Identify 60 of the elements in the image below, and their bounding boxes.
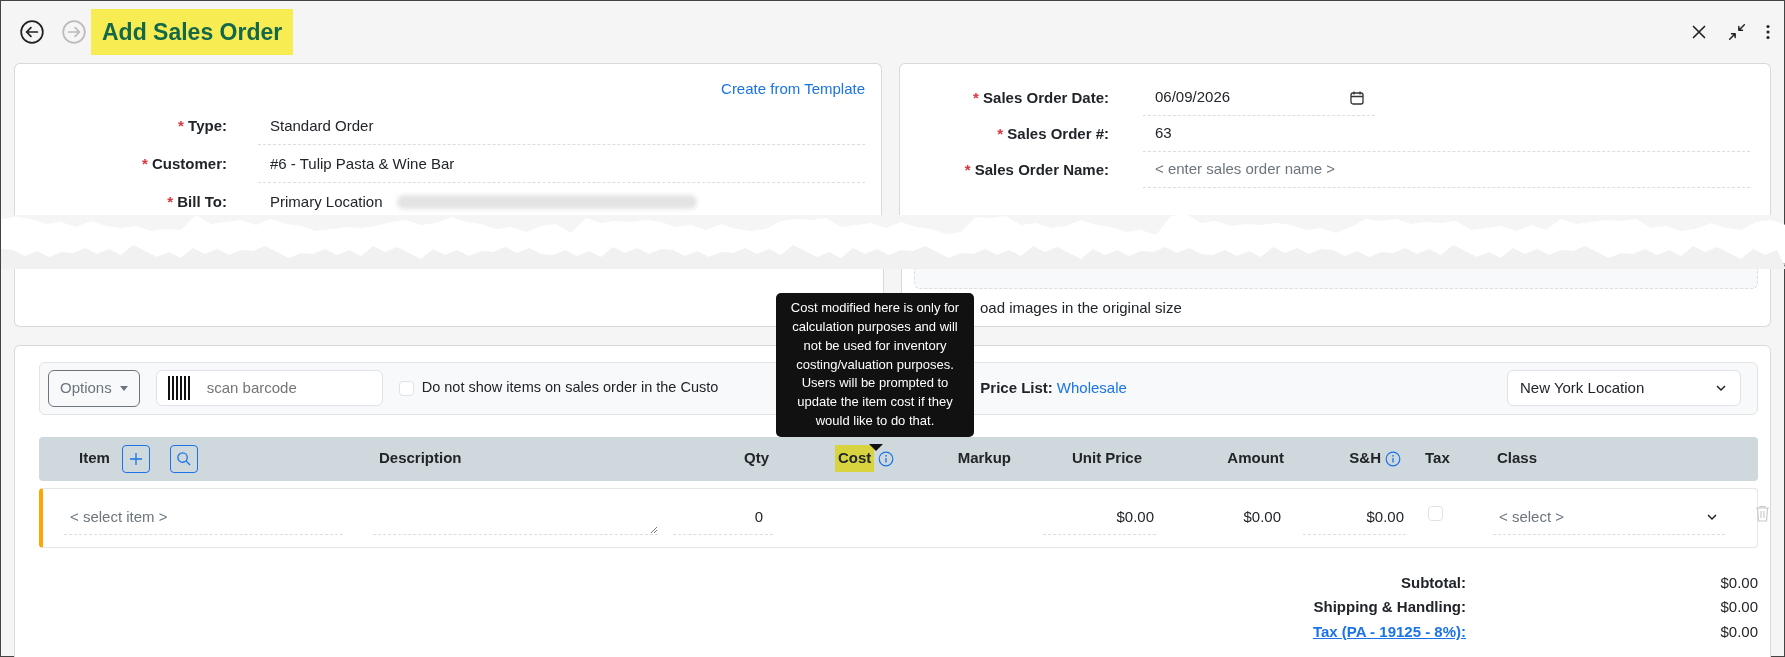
field-label: * Sales Order Name: [963, 159, 1109, 180]
collapse-icon[interactable] [1726, 21, 1748, 43]
tooltip: Cost modified here is only for calculation purposes and will not be used for inventory costing/valuation purposes. Users will be prompted to update the item cost if they would like to do that. [776, 293, 974, 437]
column-header: Amount [1227, 448, 1284, 469]
add-item-button[interactable] [121, 444, 150, 473]
field-value[interactable]: #6 - Tulip Pasta & Wine Bar [270, 152, 455, 176]
total-label: Subtotal: [1400, 572, 1466, 593]
tax-checkbox[interactable] [1428, 506, 1443, 522]
info-icon[interactable] [1385, 450, 1401, 467]
column-header: Tax [1425, 448, 1450, 469]
tooltip-arrow-icon [869, 444, 883, 451]
tax-link[interactable]: Tax (PA - 19125 - 8%): [1312, 620, 1466, 643]
barcode-field[interactable]: scan barcode [155, 370, 383, 407]
back-icon[interactable] [19, 19, 45, 45]
qty-field[interactable]: 0 [673, 500, 773, 535]
column-header: Item [79, 448, 110, 469]
option-label: oad images in the original size [980, 298, 1182, 318]
field-label: * Sales Order #: [996, 123, 1109, 144]
field-label: * Customer: [140, 154, 227, 175]
search-item-button[interactable] [169, 444, 198, 473]
class-select[interactable]: < select > [1493, 500, 1725, 535]
price-list-link[interactable]: Wholesale [1056, 377, 1127, 400]
date-field[interactable]: 06/09/2026 [1143, 80, 1375, 116]
amount-value: $0.00 [1243, 507, 1281, 528]
price-list-label: Price List: [980, 378, 1053, 398]
caret-icon [119, 385, 128, 391]
column-header: Class [1497, 448, 1538, 469]
total-value: $0.00 [1719, 597, 1758, 617]
text-field[interactable]: < enter sales order name > [1143, 152, 1750, 188]
column-header: Description [379, 448, 462, 469]
text-field[interactable]: 63 [1143, 116, 1750, 152]
field-value[interactable]: Standard Order [270, 114, 374, 138]
total-value: $0.00 [1719, 621, 1758, 642]
field-value[interactable]: Primary Location [270, 190, 383, 214]
item-select[interactable]: < select item > [64, 500, 343, 535]
total-value: $0.00 [1719, 572, 1758, 593]
field-label: * Bill To: [166, 192, 227, 213]
location-select[interactable]: New York Location [1507, 370, 1741, 407]
field-label: * Sales Order Date: [972, 87, 1109, 108]
column-header: Cost [835, 445, 875, 472]
unit-price-field[interactable]: $0.00 [1043, 500, 1156, 535]
trash-icon[interactable] [1755, 504, 1770, 522]
search-icon [176, 451, 192, 466]
options-button[interactable]: Options [48, 370, 140, 407]
hide-items-checkbox[interactable] [398, 380, 414, 396]
template-link[interactable]: Create from Template [721, 78, 865, 101]
info-icon[interactable] [878, 450, 895, 467]
calendar-icon[interactable] [1349, 89, 1365, 106]
page-title: Add Sales Order [91, 8, 294, 56]
field-label: * Type: [177, 116, 227, 137]
column-header: Qty [744, 448, 769, 469]
checkbox-label: Do not show items on sales order in the Custo [421, 378, 719, 398]
column-header: S&H [1349, 448, 1381, 469]
resize-handle-icon [650, 525, 658, 534]
plus-icon [128, 451, 143, 466]
column-header: Markup [957, 448, 1011, 469]
barcode-input[interactable]: scan barcode [204, 376, 355, 401]
column-header: Unit Price [1071, 448, 1142, 469]
shipping-field[interactable]: $0.00 [1303, 500, 1406, 535]
total-label: Shipping & Handling: [1312, 597, 1466, 617]
